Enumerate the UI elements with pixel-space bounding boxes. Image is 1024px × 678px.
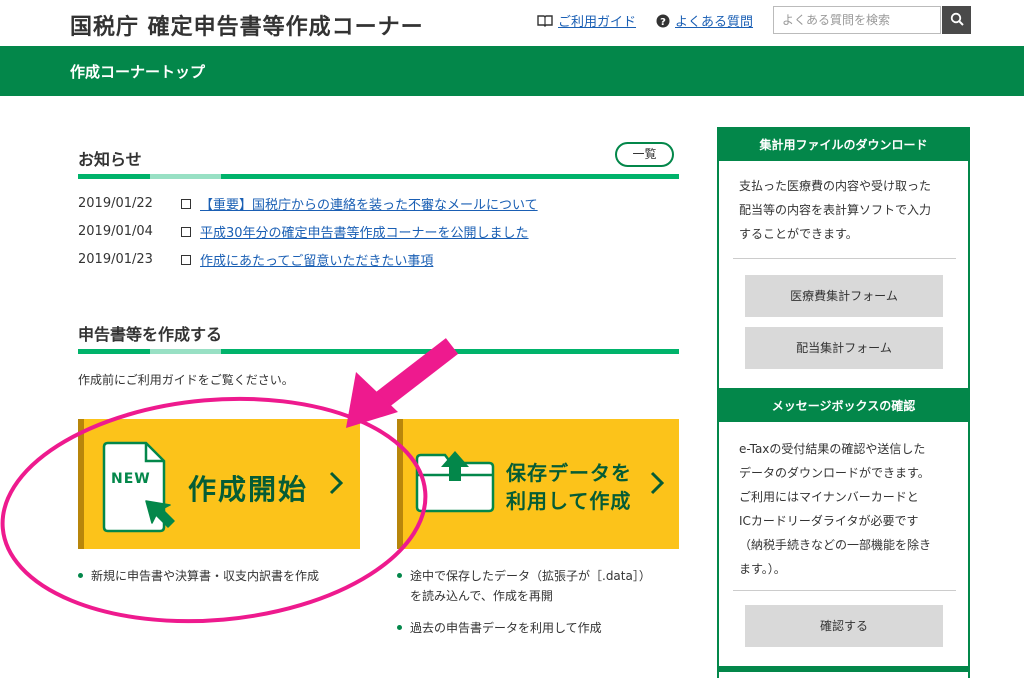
faq-search-input[interactable]: よくある質問を検索 bbox=[773, 6, 941, 34]
divider bbox=[733, 258, 956, 259]
bullet-text-cont: を読み込んで、作成を再開 bbox=[410, 589, 553, 603]
start-create-button[interactable]: NEW 作成開始 bbox=[78, 419, 360, 549]
divider bbox=[733, 590, 956, 591]
site-header: 国税庁 確定申告書等作成コーナー ご利用ガイド ? よくある質問 よくある質問を… bbox=[0, 0, 1024, 46]
search-icon bbox=[950, 11, 964, 30]
news-heading: お知らせ bbox=[78, 150, 142, 169]
description-line: 支払った医療費の内容や受け取った bbox=[739, 179, 932, 193]
document-icon bbox=[181, 227, 191, 237]
list-item: 途中で保存したデータ（拡張子が［.data］） を読み込んで、作成を再開 bbox=[397, 566, 651, 606]
list-item: 過去の申告書データを利用して作成 bbox=[397, 618, 602, 638]
new-document-icon bbox=[100, 441, 178, 537]
saved-card-label-2: 利用して作成 bbox=[506, 489, 632, 513]
svg-text:?: ? bbox=[660, 17, 666, 28]
medical-expense-form-button[interactable]: 医療費集計フォーム bbox=[745, 275, 943, 317]
news-date: 2019/01/22 bbox=[78, 195, 153, 211]
news-date: 2019/01/04 bbox=[78, 223, 153, 239]
download-panel-title: 集計用ファイルのダウンロード bbox=[719, 129, 968, 161]
description-line: ご利用にはマイナンバーカードと bbox=[739, 490, 919, 504]
description-line: することができます。 bbox=[739, 227, 858, 241]
search-button[interactable] bbox=[942, 6, 971, 34]
news-link[interactable]: 作成にあたってご留意いただきたい事項 bbox=[200, 250, 433, 269]
news-list-button[interactable]: 一覧 bbox=[615, 142, 674, 167]
description-line: ます。）。 bbox=[739, 562, 786, 576]
folder-upload-icon bbox=[413, 449, 497, 517]
news-date: 2019/01/23 bbox=[78, 251, 153, 267]
message-box-title: メッセージボックスの確認 bbox=[719, 390, 968, 422]
faq-link-label[interactable]: よくある質問 bbox=[675, 11, 753, 30]
document-icon bbox=[181, 199, 191, 209]
news-link[interactable]: 平成30年分の確定申告書等作成コーナーを公開しました bbox=[200, 222, 529, 241]
new-badge: NEW bbox=[111, 471, 151, 487]
news-item: 2019/01/22 【重要】国税庁からの連絡を装った不審なメールについて bbox=[78, 194, 538, 213]
description-line: ICカードリーダライタが必要です bbox=[739, 514, 919, 528]
faq-link[interactable]: ? よくある質問 bbox=[656, 11, 753, 30]
create-heading: 申告書等を作成する bbox=[78, 325, 223, 344]
news-divider bbox=[78, 174, 679, 179]
news-link[interactable]: 【重要】国税庁からの連絡を装った不審なメールについて bbox=[200, 194, 538, 213]
download-panel: 集計用ファイルのダウンロード 支払った医療費の内容や受け取った 配当等の内容を表… bbox=[717, 127, 970, 392]
description-line: 配当等の内容を表計算ソフトで入力 bbox=[739, 203, 932, 217]
question-icon: ? bbox=[656, 14, 670, 28]
bullet-text: 過去の申告書データを利用して作成 bbox=[410, 621, 602, 635]
description-line: データのダウンロードができます。 bbox=[739, 466, 930, 480]
description-line: （納税手続きなどの一部機能を除き bbox=[739, 538, 932, 552]
page-title: 作成コーナートップ bbox=[70, 63, 206, 81]
dividend-form-button[interactable]: 配当集計フォーム bbox=[745, 327, 943, 369]
guide-link[interactable]: ご利用ガイド bbox=[537, 11, 636, 30]
saved-card-label-1: 保存データを bbox=[506, 461, 632, 485]
breadcrumb-bar: 作成コーナートップ bbox=[0, 46, 1024, 96]
message-box-panel: メッセージボックスの確認 e-Taxの受付結果の確認や送信した データのダウンロ… bbox=[717, 388, 970, 678]
bullet-text: 新規に申告書や決算書・収支内訳書を作成 bbox=[91, 569, 320, 583]
chevron-right-icon bbox=[650, 471, 665, 499]
use-saved-data-button[interactable]: 保存データを 利用して作成 bbox=[397, 419, 679, 549]
document-icon bbox=[181, 255, 191, 265]
news-item: 2019/01/23 作成にあたってご留意いただきたい事項 bbox=[78, 250, 433, 269]
start-create-label: 作成開始 bbox=[188, 473, 309, 506]
download-description: 支払った医療費の内容や受け取った 配当等の内容を表計算ソフトで入力 することがで… bbox=[739, 174, 954, 246]
guide-note: 作成前にご利用ガイドをご覧ください。 bbox=[78, 373, 294, 387]
bullet-text: 途中で保存したデータ（拡張子が［.data］） bbox=[410, 569, 651, 583]
guide-link-label[interactable]: ご利用ガイド bbox=[558, 11, 636, 30]
site-title[interactable]: 国税庁 確定申告書等作成コーナー bbox=[70, 9, 424, 41]
create-divider bbox=[78, 349, 679, 354]
list-item: 新規に申告書や決算書・収支内訳書を作成 bbox=[78, 566, 319, 586]
news-item: 2019/01/04 平成30年分の確定申告書等作成コーナーを公開しました bbox=[78, 222, 529, 241]
confirm-message-button[interactable]: 確認する bbox=[745, 605, 943, 647]
message-box-description: e-Taxの受付結果の確認や送信した データのダウンロードができます。 ご利用に… bbox=[739, 437, 954, 581]
annotation-arrow-icon bbox=[346, 338, 459, 428]
description-line: e-Taxの受付結果の確認や送信した bbox=[739, 442, 926, 456]
panel-footer-bar bbox=[717, 666, 970, 672]
book-icon bbox=[537, 14, 553, 27]
chevron-right-icon bbox=[329, 471, 344, 499]
